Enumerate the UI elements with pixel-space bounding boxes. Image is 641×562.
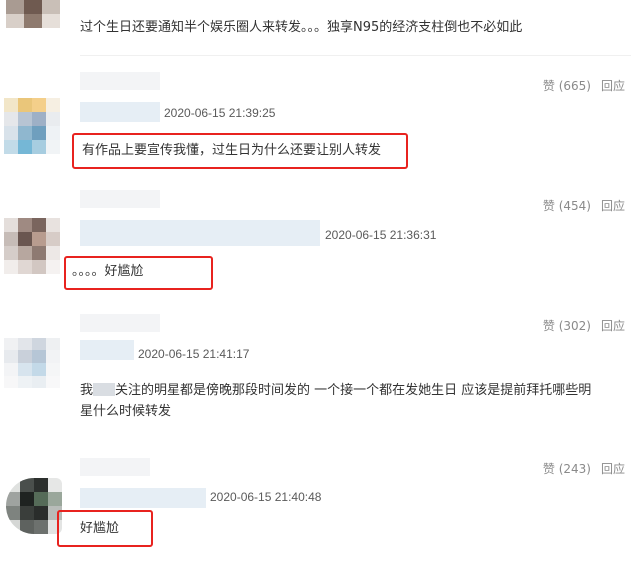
divider: [80, 55, 631, 56]
timestamp: 2020-06-15 21:36:31: [325, 228, 437, 242]
timestamp: 2020-06-15 21:41:17: [138, 347, 250, 361]
blurred-username: [80, 102, 160, 122]
comment-actions: 赞 (665) 回应: [543, 78, 625, 94]
comment-text: 我 关注的明星都是傍晚那段时间发的 一个接一个都在发她生日 应该是提前拜托哪些明星…: [80, 380, 620, 422]
like-button[interactable]: 赞 (454): [543, 199, 591, 213]
reply-button[interactable]: 回应: [601, 79, 625, 93]
reply-button[interactable]: 回应: [601, 319, 625, 333]
masked-name: [93, 383, 116, 396]
blurred-username: [80, 340, 134, 360]
blurred-username: [80, 314, 160, 332]
like-button[interactable]: 赞 (243): [543, 462, 591, 476]
reply-button[interactable]: 回应: [601, 462, 625, 476]
comment-text-prefix: 我: [80, 383, 94, 398]
avatar[interactable]: [4, 98, 60, 154]
comment-actions: 赞 (454) 回应: [543, 198, 625, 214]
like-button[interactable]: 赞 (302): [543, 319, 591, 333]
avatar[interactable]: [4, 218, 60, 274]
reply-button[interactable]: 回应: [601, 199, 625, 213]
comment-actions: 赞 (243) 回应: [543, 461, 625, 477]
timestamp: 2020-06-15 21:39:25: [164, 106, 276, 120]
timestamp: 2020-06-15 21:40:48: [210, 490, 322, 504]
avatar[interactable]: [6, 0, 60, 28]
comment-text-line2: 星什么时候转发: [80, 404, 172, 419]
comment-text: 有作品上要宣传我懂，过生日为什么还要让别人转发: [82, 143, 382, 158]
like-button[interactable]: 赞 (665): [543, 79, 591, 93]
comment-text-line1: 关注的明星都是傍晚那段时间发的 一个接一个都在发她生日 应该是提前拜托哪些明: [115, 383, 592, 398]
comment-text: 好尴尬: [80, 521, 120, 536]
blurred-username: [80, 488, 206, 508]
blurred-username: [80, 220, 320, 246]
comment-actions: 赞 (302) 回应: [543, 318, 625, 334]
blurred-username: [80, 190, 160, 208]
avatar[interactable]: [6, 478, 62, 534]
comment-text: 。。。。好尴尬: [72, 264, 144, 279]
comment-text: 过个生日还要通知半个娱乐圈人来转发。。。独享N95的经济支柱倒也不必如此: [80, 20, 523, 35]
blurred-username: [80, 72, 160, 90]
blurred-username: [80, 458, 150, 476]
avatar[interactable]: [4, 338, 60, 388]
